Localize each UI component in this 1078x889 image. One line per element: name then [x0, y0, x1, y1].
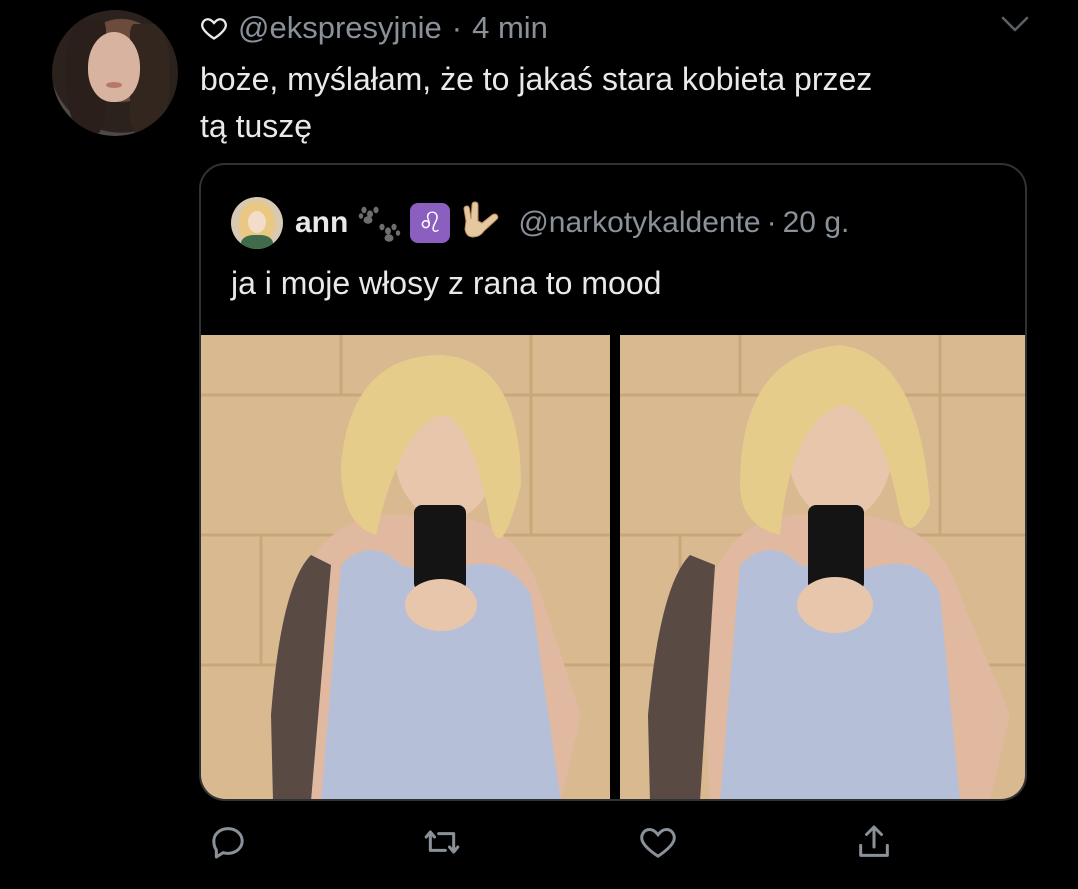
quoted-text: ja i moje włosy z rana to mood	[231, 265, 662, 301]
quoted-header: ann ♌ @narkotykaldente · 20 g.	[231, 195, 849, 251]
leo-zodiac-icon: ♌	[410, 203, 451, 243]
media-grid	[201, 335, 1025, 799]
tweet-text-line: tą tuszę	[200, 108, 313, 144]
quoted-tweet[interactable]: ann ♌ @narkotykaldente · 20 g. ja i moje…	[199, 163, 1027, 801]
chevron-down-icon[interactable]	[1000, 14, 1030, 36]
media-photo-left[interactable]	[201, 335, 610, 799]
quoted-name[interactable]: ann	[295, 206, 348, 240]
meta-separator: ·	[451, 10, 463, 45]
heart-icon[interactable]	[636, 820, 680, 864]
author-avatar[interactable]	[52, 10, 178, 136]
tweet-header: @ekspresyjnie · 4 min	[200, 8, 548, 48]
tweet-text-line: boże, myślałam, że to jakaś stara kobiet…	[200, 61, 873, 97]
quoted-handle[interactable]: @narkotykaldente	[518, 206, 760, 240]
quoted-avatar[interactable]	[231, 197, 283, 249]
share-icon[interactable]	[852, 820, 896, 864]
paw-prints-icon	[358, 201, 402, 245]
tweet-text: boże, myślałam, że to jakaś stara kobiet…	[200, 56, 1020, 150]
quoted-time[interactable]: 20 g.	[783, 206, 850, 240]
heart-outline-icon[interactable]	[200, 14, 228, 42]
meta-separator: ·	[766, 206, 777, 239]
author-handle[interactable]: @ekspresyjnie	[238, 10, 442, 46]
retweet-icon[interactable]	[420, 820, 464, 864]
reply-icon[interactable]	[206, 820, 250, 864]
love-you-gesture-icon	[458, 201, 502, 245]
tweet-time[interactable]: 4 min	[472, 10, 548, 46]
media-photo-right[interactable]	[620, 335, 1025, 799]
tweet-actions	[0, 820, 1078, 864]
tweet[interactable]: @ekspresyjnie · 4 min boże, myślałam, że…	[0, 0, 1078, 889]
